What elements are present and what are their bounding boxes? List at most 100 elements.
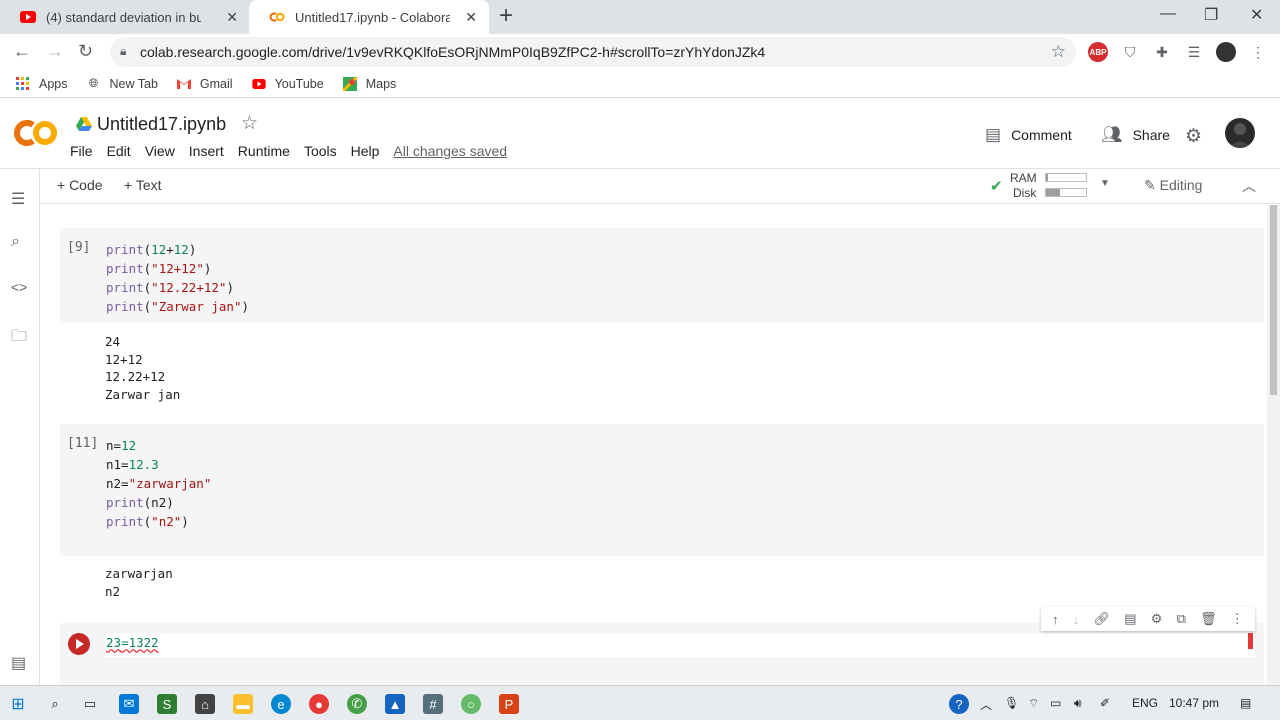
bookmark-label: New Tab <box>109 76 158 91</box>
adblock-icon[interactable]: ABP <box>1088 42 1108 62</box>
youtube-icon <box>20 9 36 25</box>
comment-icon[interactable]: ▤ <box>1124 611 1136 627</box>
comment-label: Comment <box>1011 127 1072 143</box>
close-tab-icon[interactable]: ✕ <box>465 9 477 26</box>
cell-output: 24 12+12 12.22+12 Zarwar jan <box>105 333 180 403</box>
bookmark-maps[interactable]: Maps <box>342 76 396 92</box>
mail-icon[interactable]: ✉ <box>119 694 139 714</box>
scroll-thumb[interactable] <box>1270 205 1277 395</box>
bookmark-new-tab[interactable]: 🌐︎ New Tab <box>86 76 158 92</box>
menu-insert[interactable]: Insert <box>189 143 224 159</box>
move-down-icon[interactable]: ↓ <box>1073 612 1080 627</box>
extensions-puzzle-icon[interactable]: ✚ <box>1152 42 1172 62</box>
minimize-icon[interactable]: — <box>1160 5 1176 23</box>
ram-meter[interactable] <box>1045 173 1087 182</box>
search-icon[interactable]: ⌕ <box>11 233 20 251</box>
settings-gear-icon[interactable]: ⚙ <box>1185 125 1202 148</box>
move-up-icon[interactable]: ↑ <box>1052 612 1059 627</box>
app-icon[interactable]: S <box>157 694 177 714</box>
link-icon[interactable]: 🔗︎ <box>1094 611 1111 627</box>
cell-editor[interactable]: 23=1322 <box>105 633 1255 657</box>
menu-kebab-icon[interactable]: ⋮ <box>1248 42 1268 62</box>
menu-file[interactable]: File <box>70 143 93 159</box>
comment-button[interactable]: ▤ Comment <box>985 125 1072 145</box>
code-snippets-icon[interactable]: <> <box>11 279 27 295</box>
share-button[interactable]: 👥︎ Share <box>1101 125 1170 145</box>
back-icon[interactable]: ← <box>13 42 31 60</box>
editing-mode-button[interactable]: ✎ Editing <box>1144 177 1202 194</box>
menu-help[interactable]: Help <box>351 143 380 159</box>
address-bar[interactable]: 🔒︎ colab.research.google.com/drive/1v9ev… <box>110 37 1076 67</box>
tab-colab[interactable]: Untitled17.ipynb - Colaboratory ✕ <box>249 0 489 34</box>
windows-taskbar: ⊞ ⌕ ▭ ✉ S ⌂ ▬ e ● ✆ ▲ # ○ P ? ︿ 🎙︎ ⌔ ▭ 🔊… <box>0 685 1280 720</box>
edge-icon[interactable]: e <box>271 694 291 714</box>
tab-youtube[interactable]: (4) standard deviation in bussine ✕ <box>0 0 250 34</box>
photos-icon[interactable]: ▲ <box>385 694 405 714</box>
bookmark-star-icon[interactable]: ☆ <box>1051 42 1066 62</box>
new-tab-button[interactable]: + <box>499 4 513 28</box>
delete-trash-icon[interactable]: 🗑︎ <box>1200 611 1217 627</box>
file-explorer-icon[interactable]: ▬ <box>233 694 253 714</box>
star-notebook-icon[interactable]: ☆ <box>241 112 258 135</box>
cell-source[interactable]: n=12 n1=12.3 n2="zarwarjan" print(n2) pr… <box>106 436 211 531</box>
wifi-icon[interactable]: ⌔ <box>1028 696 1039 711</box>
forward-icon[interactable]: → <box>46 42 64 60</box>
store-icon[interactable]: ⌂ <box>195 694 215 714</box>
app-green-icon[interactable]: ○ <box>461 694 481 714</box>
cell-source[interactable]: print(12+12) print("12+12") print("12.22… <box>106 240 249 316</box>
language-indicator[interactable]: ENG <box>1132 696 1158 710</box>
show-hidden-icons[interactable]: ︿ <box>980 696 992 713</box>
profile-avatar[interactable] <box>1216 42 1236 62</box>
menu-view[interactable]: View <box>145 143 175 159</box>
close-window-icon[interactable]: ✕ <box>1250 5 1263 25</box>
colab-logo[interactable] <box>14 119 58 147</box>
scrollbar[interactable] <box>1267 205 1280 685</box>
battery-icon[interactable]: ▭ <box>1050 696 1061 710</box>
more-options-icon[interactable]: ⋮ <box>1231 611 1244 627</box>
code-cell[interactable]: [9] print(12+12) print("12+12") print("1… <box>60 228 1264 323</box>
restore-icon[interactable]: ❐ <box>1204 5 1218 25</box>
menu-runtime[interactable]: Runtime <box>238 143 290 159</box>
avatar[interactable] <box>1225 118 1255 148</box>
add-text-button[interactable]: + Text <box>124 177 162 193</box>
ram-label: RAM <box>1010 171 1037 185</box>
chrome-icon[interactable]: ● <box>309 694 329 714</box>
menu-edit[interactable]: Edit <box>107 143 131 159</box>
close-tab-icon[interactable]: ✕ <box>226 9 238 26</box>
task-view-icon[interactable]: ▭ <box>80 694 100 714</box>
command-palette-icon[interactable]: ▤ <box>11 653 26 673</box>
notebook-title[interactable]: Untitled17.ipynb <box>97 114 226 135</box>
whatsapp-icon[interactable]: ✆ <box>347 694 367 714</box>
menu-tools[interactable]: Tools <box>304 143 337 159</box>
files-folder-icon[interactable]: 🗀︎ <box>11 325 27 352</box>
pen-icon[interactable]: ✐ <box>1100 696 1110 710</box>
settings-gear-icon[interactable]: ⚙ <box>1151 611 1163 627</box>
clock[interactable]: 10:47 pm <box>1169 696 1219 710</box>
mirror-cell-icon[interactable]: ⧉ <box>1177 611 1186 627</box>
bookmark-apps[interactable]: Apps <box>15 76 68 92</box>
bookmark-gmail[interactable]: Gmail <box>176 76 233 92</box>
collapse-header-icon[interactable]: ︿ <box>1242 176 1256 196</box>
run-cell-button[interactable] <box>68 633 90 655</box>
resources-dropdown-icon[interactable]: ▼ <box>1100 178 1110 189</box>
microphone-icon[interactable]: 🎙︎ <box>1004 696 1019 710</box>
powerpoint-icon[interactable]: P <box>499 694 519 714</box>
code-cell[interactable]: [11] n=12 n1=12.3 n2="zarwarjan" print(n… <box>60 424 1264 556</box>
save-status[interactable]: All changes saved <box>393 143 507 159</box>
google-drive-icon[interactable] <box>76 116 92 132</box>
reload-icon[interactable]: ↻ <box>78 42 93 60</box>
volume-icon[interactable]: 🔊︎ <box>1074 696 1082 711</box>
help-icon[interactable]: ? <box>949 694 969 714</box>
tab-title: (4) standard deviation in bussine <box>46 9 201 25</box>
table-of-contents-icon[interactable]: ☰ <box>11 189 25 209</box>
bookmark-label: YouTube <box>274 76 324 91</box>
shield-icon[interactable]: ⛉ <box>1120 42 1140 62</box>
calculator-icon[interactable]: # <box>423 694 443 714</box>
add-code-button[interactable]: + Code <box>57 177 103 193</box>
search-icon[interactable]: ⌕ <box>45 694 65 714</box>
bookmark-youtube[interactable]: YouTube <box>251 76 324 92</box>
media-queue-icon[interactable]: ☰ <box>1184 42 1204 62</box>
windows-start-icon[interactable]: ⊞ <box>8 694 28 714</box>
disk-meter[interactable] <box>1045 188 1087 197</box>
notifications-icon[interactable]: ▤ <box>1240 696 1251 710</box>
